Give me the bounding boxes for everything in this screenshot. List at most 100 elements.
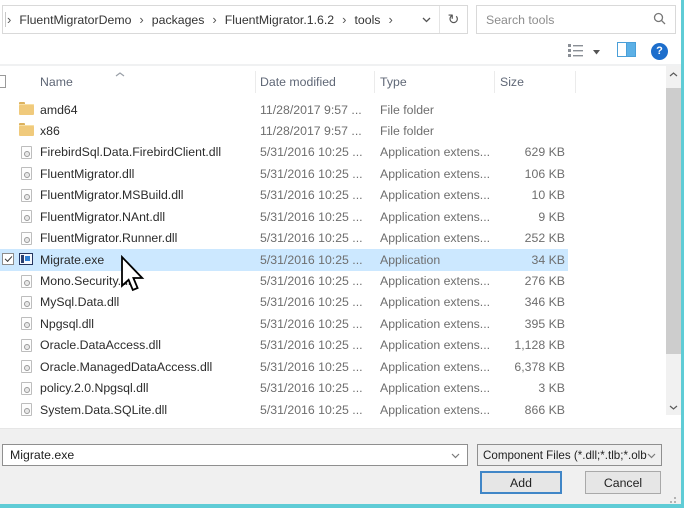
scrollbar-thumb[interactable] <box>666 88 681 354</box>
file-type: Application extens... <box>380 316 491 331</box>
file-row[interactable]: Oracle.DataAccess.dll 5/31/2016 10:25 ..… <box>0 335 568 356</box>
view-toolbar: ? <box>567 42 668 60</box>
file-icon <box>21 210 32 224</box>
file-row[interactable]: Oracle.ManagedDataAccess.dll 5/31/2016 1… <box>0 356 568 377</box>
vertical-scrollbar[interactable] <box>666 66 681 415</box>
breadcrumb-item[interactable]: FluentMigratorDemo <box>12 13 138 27</box>
file-row[interactable]: FirebirdSql.Data.FirebirdClient.dll 5/31… <box>0 142 568 163</box>
file-row[interactable]: System.Data.SQLite.dll 5/31/2016 10:25 .… <box>0 399 568 420</box>
file-date-modified: 11/28/2017 9:57 ... <box>260 102 362 117</box>
file-type: Application <box>380 252 441 267</box>
file-type: Application extens... <box>380 402 491 417</box>
file-type: Application extens... <box>380 231 491 246</box>
file-date-modified: 5/31/2016 10:25 ... <box>260 381 363 396</box>
filetype-select[interactable]: Component Files (*.dll;*.tlb;*.olb <box>477 444 662 466</box>
filename-value: Migrate.exe <box>10 448 75 462</box>
search-input[interactable]: Search tools <box>476 5 676 34</box>
file-date-modified: 5/31/2016 10:25 ... <box>260 338 363 353</box>
breadcrumb-item[interactable]: packages <box>145 13 212 27</box>
file-row[interactable]: FluentMigrator.NAnt.dll 5/31/2016 10:25 … <box>0 206 568 227</box>
cancel-button[interactable]: Cancel <box>585 471 661 494</box>
file-icon <box>21 231 32 245</box>
file-name: FluentMigrator.MSBuild.dll <box>40 188 184 203</box>
file-row[interactable]: policy.2.0.Npgsql.dll 5/31/2016 10:25 ..… <box>0 378 568 399</box>
column-divider[interactable] <box>374 71 375 93</box>
breadcrumb-item[interactable]: FluentMigrator.1.6.2 <box>218 13 341 27</box>
file-name: System.Data.SQLite.dll <box>40 402 168 417</box>
file-row[interactable]: FluentMigrator.dll 5/31/2016 10:25 ... A… <box>0 163 568 184</box>
file-date-modified: 5/31/2016 10:25 ... <box>260 145 363 160</box>
chevron-down-icon[interactable] <box>647 449 656 462</box>
file-row[interactable]: FluentMigrator.MSBuild.dll 5/31/2016 10:… <box>0 185 568 206</box>
file-type: File folder <box>380 102 434 117</box>
address-dropdown-button[interactable] <box>413 6 439 33</box>
breadcrumb-item[interactable]: tools <box>347 13 387 27</box>
file-date-modified: 5/31/2016 10:25 ... <box>260 295 363 310</box>
list-header: Name Date modified Type Size <box>0 66 666 98</box>
file-open-dialog: › FluentMigratorDemo › packages › FluentMigr… <box>0 0 684 508</box>
file-date-modified: 5/31/2016 10:25 ... <box>260 188 363 203</box>
file-icon <box>19 102 34 115</box>
file-size: 34 KB <box>531 252 566 267</box>
file-type: Application extens... <box>380 209 491 224</box>
search-icon[interactable] <box>653 12 666 28</box>
file-icon <box>21 360 32 374</box>
file-size: 106 KB <box>524 166 565 181</box>
address-bar[interactable]: › FluentMigratorDemo › packages › FluentMigr… <box>2 5 468 34</box>
file-icon <box>21 295 32 309</box>
file-name: x86 <box>40 123 60 138</box>
column-header-name[interactable]: Name <box>40 75 73 89</box>
file-icon <box>21 167 32 181</box>
column-divider[interactable] <box>575 71 576 93</box>
file-date-modified: 5/31/2016 10:25 ... <box>260 209 363 224</box>
preview-pane-button[interactable] <box>617 42 636 60</box>
file-size: 3 KB <box>538 381 565 396</box>
file-date-modified: 5/31/2016 10:25 ... <box>260 316 363 331</box>
file-date-modified: 11/28/2017 9:57 ... <box>260 123 362 138</box>
file-row[interactable]: amd64 11/28/2017 9:57 ... File folder <box>0 99 568 120</box>
file-name: MySql.Data.dll <box>40 295 120 310</box>
column-header-type[interactable]: Type <box>380 75 407 89</box>
scroll-up-button[interactable] <box>666 66 681 82</box>
help-button[interactable]: ? <box>651 42 668 60</box>
file-date-modified: 5/31/2016 10:25 ... <box>260 402 363 417</box>
details-view-button[interactable] <box>567 43 584 60</box>
column-header-date-modified[interactable]: Date modified <box>260 75 336 89</box>
file-size: 866 KB <box>524 402 565 417</box>
file-row[interactable]: Mono.Security.dll 5/31/2016 10:25 ... Ap… <box>0 271 568 292</box>
file-type: Application extens... <box>380 166 491 181</box>
search-placeholder: Search tools <box>486 12 555 27</box>
file-name: Oracle.ManagedDataAccess.dll <box>40 359 213 374</box>
file-name: FluentMigrator.Runner.dll <box>40 231 178 246</box>
file-type: Application extens... <box>380 145 491 160</box>
scroll-down-button[interactable] <box>666 399 681 415</box>
row-checkbox[interactable] <box>2 253 14 266</box>
file-size: 9 KB <box>538 209 565 224</box>
column-divider[interactable] <box>494 71 495 93</box>
filename-input[interactable]: Migrate.exe <box>2 444 468 466</box>
file-row[interactable]: x86 11/28/2017 9:57 ... File folder <box>0 120 568 141</box>
add-button[interactable]: Add <box>480 471 562 494</box>
chevron-down-icon[interactable] <box>451 448 460 462</box>
file-name: FluentMigrator.dll <box>40 166 135 181</box>
file-row[interactable]: MySql.Data.dll 5/31/2016 10:25 ... Appli… <box>0 292 568 313</box>
file-row[interactable]: FluentMigrator.Runner.dll 5/31/2016 10:2… <box>0 228 568 249</box>
column-divider[interactable] <box>255 71 256 93</box>
file-date-modified: 5/31/2016 10:25 ... <box>260 166 363 181</box>
column-header-size[interactable]: Size <box>500 75 524 89</box>
file-type: Application extens... <box>380 359 491 374</box>
view-options-dropdown[interactable] <box>593 44 600 58</box>
breadcrumb-separator-icon[interactable]: › <box>387 12 393 27</box>
select-all-checkbox[interactable] <box>0 75 6 88</box>
file-date-modified: 5/31/2016 10:25 ... <box>260 359 363 374</box>
file-type: Application extens... <box>380 381 491 396</box>
file-icon <box>21 381 32 395</box>
file-row[interactable]: Npgsql.dll 5/31/2016 10:25 ... Applicati… <box>0 313 568 334</box>
file-row[interactable]: Migrate.exe 5/31/2016 10:25 ... Applicat… <box>0 249 568 271</box>
file-name: policy.2.0.Npgsql.dll <box>40 381 149 396</box>
file-size: 1,128 KB <box>514 338 565 353</box>
file-icon <box>21 338 32 352</box>
refresh-button[interactable]: ↻ <box>439 6 467 33</box>
file-name: amd64 <box>40 102 78 117</box>
file-size: 276 KB <box>524 274 565 288</box>
